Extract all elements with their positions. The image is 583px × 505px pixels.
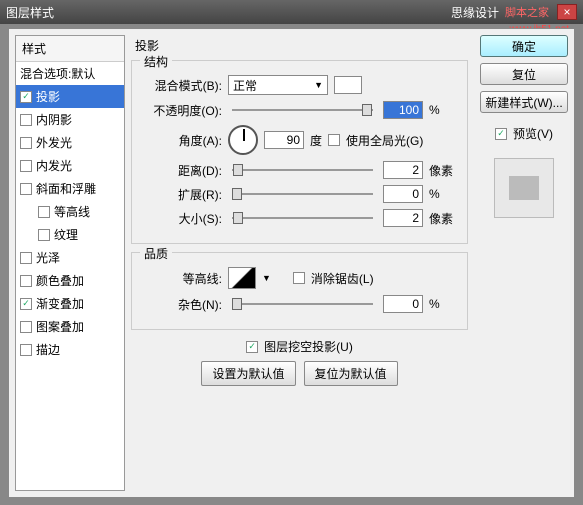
spread-slider[interactable]: [232, 185, 373, 203]
global-light-label: 使用全局光(G): [346, 132, 423, 149]
sidebar-item-7[interactable]: 光泽: [16, 246, 124, 269]
sidebar-item-5[interactable]: 等高线: [16, 200, 124, 223]
style-label: 斜面和浮雕: [36, 180, 96, 197]
structure-legend: 结构: [140, 53, 172, 70]
preview-checkbox[interactable]: ✓: [495, 128, 507, 140]
styles-sidebar: 样式 混合选项:默认 ✓ 投影内阴影外发光内发光斜面和浮雕等高线纹理光泽颜色叠加 ✓…: [15, 35, 125, 491]
sidebar-item-1[interactable]: 内阴影: [16, 108, 124, 131]
angle-label: 角度(A):: [142, 132, 222, 149]
angle-dial[interactable]: [228, 125, 258, 155]
noise-label: 杂色(N):: [142, 296, 222, 313]
sidebar-item-3[interactable]: 内发光: [16, 154, 124, 177]
size-unit: 像素: [429, 210, 457, 227]
knockout-label: 图层挖空投影(U): [264, 338, 353, 355]
angle-unit: 度: [310, 132, 322, 149]
noise-slider[interactable]: [232, 295, 373, 313]
spread-input[interactable]: 0: [383, 185, 423, 203]
panel-title: 投影: [131, 35, 468, 60]
right-buttons: 确定 复位 新建样式(W)... ✓ 预览(V): [474, 29, 574, 497]
style-label: 光泽: [36, 249, 60, 266]
style-label: 纹理: [54, 226, 78, 243]
style-checkbox[interactable]: ✓: [20, 91, 32, 103]
close-button[interactable]: ×: [557, 4, 577, 20]
style-label: 内阴影: [36, 111, 72, 128]
sidebar-item-11[interactable]: 描边: [16, 338, 124, 361]
distance-slider[interactable]: [232, 161, 373, 179]
opacity-input[interactable]: 100: [383, 101, 423, 119]
style-checkbox[interactable]: [38, 229, 50, 241]
sidebar-item-2[interactable]: 外发光: [16, 131, 124, 154]
distance-input[interactable]: 2: [383, 161, 423, 179]
style-checkbox[interactable]: [38, 206, 50, 218]
window-title: 图层样式: [6, 4, 54, 21]
noise-input[interactable]: 0: [383, 295, 423, 313]
contour-picker[interactable]: [228, 267, 256, 289]
sidebar-item-4[interactable]: 斜面和浮雕: [16, 177, 124, 200]
layer-style-dialog: 样式 混合选项:默认 ✓ 投影内阴影外发光内发光斜面和浮雕等高线纹理光泽颜色叠加 ✓…: [8, 28, 575, 498]
noise-unit: %: [429, 297, 457, 311]
style-checkbox[interactable]: [20, 275, 32, 287]
style-label: 内发光: [36, 157, 72, 174]
spread-unit: %: [429, 187, 457, 201]
style-label: 外发光: [36, 134, 72, 151]
settings-panel: 投影 结构 混合模式(B): 正常▼ 不透明度(O): 100 % 角度(A):…: [125, 29, 474, 497]
watermark-site: 脚本之家: [505, 4, 549, 20]
style-label: 图案叠加: [36, 318, 84, 335]
angle-input[interactable]: 90: [264, 131, 304, 149]
sidebar-item-6[interactable]: 纹理: [16, 223, 124, 246]
title-bar: 图层样式 思缘设计 脚本之家 ×: [0, 0, 583, 24]
style-checkbox[interactable]: ✓: [20, 298, 32, 310]
sidebar-item-8[interactable]: 颜色叠加: [16, 269, 124, 292]
style-checkbox[interactable]: [20, 344, 32, 356]
blend-options-row[interactable]: 混合选项:默认: [16, 62, 124, 85]
preview-label: 预览(V): [513, 125, 553, 142]
global-light-checkbox[interactable]: [328, 134, 340, 146]
new-style-button[interactable]: 新建样式(W)...: [480, 91, 568, 113]
structure-group: 结构 混合模式(B): 正常▼ 不透明度(O): 100 % 角度(A): 90…: [131, 60, 468, 244]
shadow-color-swatch[interactable]: [334, 76, 362, 94]
make-default-button[interactable]: 设置为默认值: [201, 361, 295, 386]
knockout-checkbox[interactable]: ✓: [246, 341, 258, 353]
chevron-down-icon[interactable]: ▼: [262, 273, 271, 283]
quality-group: 品质 等高线: ▼ 消除锯齿(L) 杂色(N): 0 %: [131, 252, 468, 330]
blend-mode-label: 混合模式(B):: [142, 77, 222, 94]
ok-button[interactable]: 确定: [480, 35, 568, 57]
size-slider[interactable]: [232, 209, 373, 227]
style-label: 颜色叠加: [36, 272, 84, 289]
antialias-label: 消除锯齿(L): [311, 270, 374, 287]
sidebar-item-0[interactable]: ✓ 投影: [16, 85, 124, 108]
contour-label: 等高线:: [142, 270, 222, 287]
spread-label: 扩展(R):: [142, 186, 222, 203]
preview-box: [494, 158, 554, 218]
style-checkbox[interactable]: [20, 321, 32, 333]
distance-unit: 像素: [429, 162, 457, 179]
style-checkbox[interactable]: [20, 183, 32, 195]
style-label: 描边: [36, 341, 60, 358]
sidebar-item-9[interactable]: ✓ 渐变叠加: [16, 292, 124, 315]
quality-legend: 品质: [140, 245, 172, 262]
chevron-down-icon: ▼: [314, 80, 323, 90]
watermark-text: 思缘设计: [451, 4, 499, 21]
style-checkbox[interactable]: [20, 137, 32, 149]
style-label: 投影: [36, 88, 60, 105]
reset-default-button[interactable]: 复位为默认值: [304, 361, 398, 386]
style-label: 等高线: [54, 203, 90, 220]
opacity-unit: %: [429, 103, 457, 117]
opacity-label: 不透明度(O):: [142, 102, 222, 119]
style-checkbox[interactable]: [20, 114, 32, 126]
sidebar-item-10[interactable]: 图案叠加: [16, 315, 124, 338]
sidebar-header: 样式: [16, 36, 124, 62]
style-label: 渐变叠加: [36, 295, 84, 312]
style-checkbox[interactable]: [20, 252, 32, 264]
size-input[interactable]: 2: [383, 209, 423, 227]
blend-mode-select[interactable]: 正常▼: [228, 75, 328, 95]
size-label: 大小(S):: [142, 210, 222, 227]
antialias-checkbox[interactable]: [293, 272, 305, 284]
opacity-slider[interactable]: [232, 101, 373, 119]
distance-label: 距离(D):: [142, 162, 222, 179]
cancel-button[interactable]: 复位: [480, 63, 568, 85]
style-checkbox[interactable]: [20, 160, 32, 172]
